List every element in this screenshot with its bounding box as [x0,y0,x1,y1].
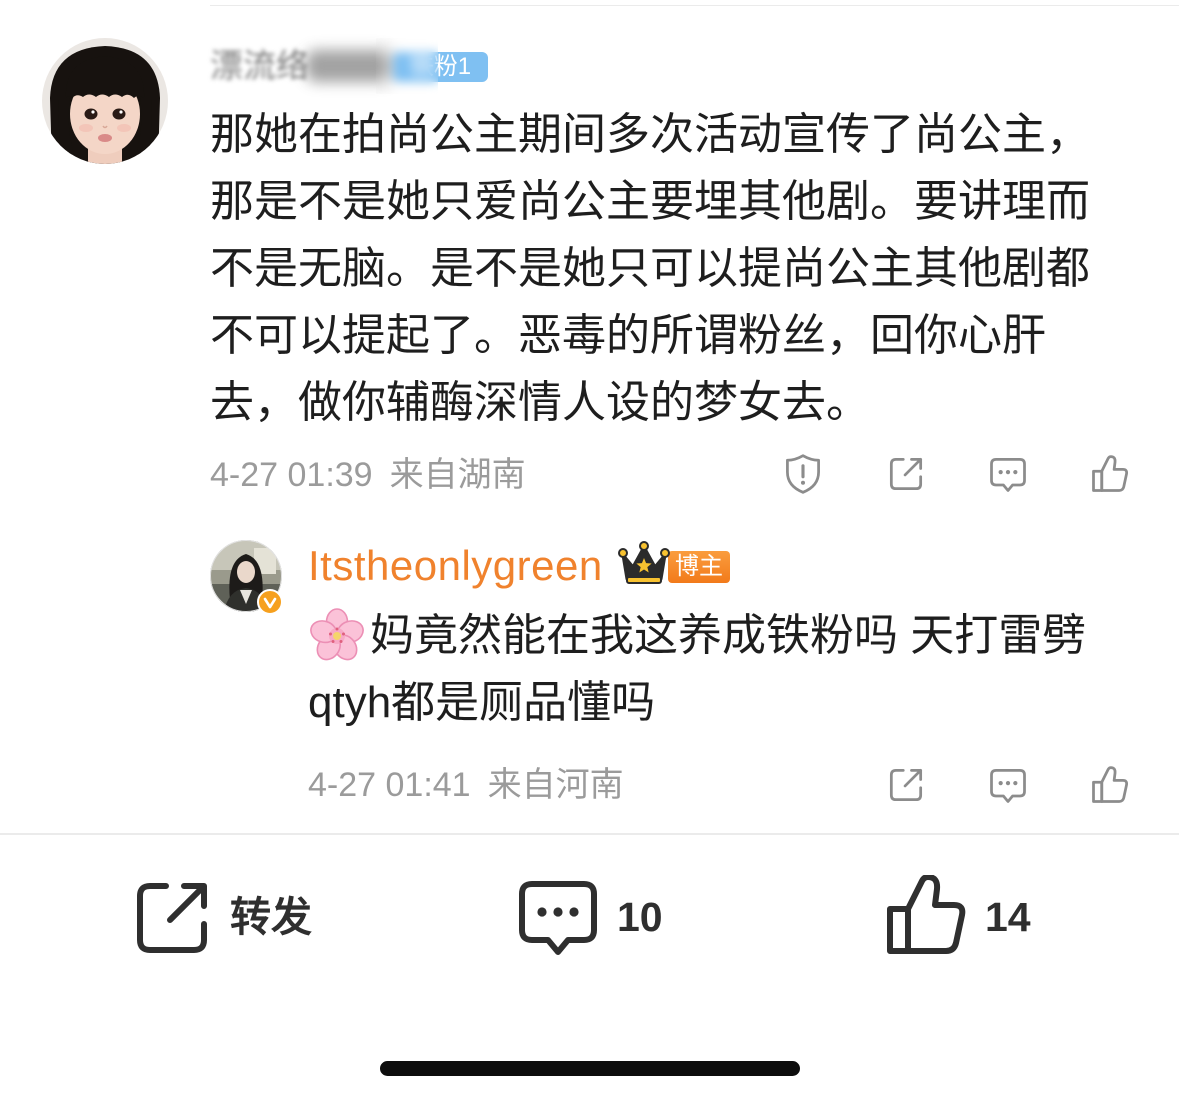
share-icon[interactable] [132,878,212,958]
comment-report-button[interactable] [781,452,825,496]
comment-icon[interactable] [986,452,1030,496]
replier-username[interactable]: Itstheonlygreen [308,541,603,591]
reply-comment-button[interactable] [986,763,1030,807]
reply-text-line: qtyh都是厕品懂吗 [308,678,656,727]
reply-like-button[interactable] [1088,763,1132,807]
like-icon[interactable] [1088,763,1132,807]
like-count[interactable]: 14 [985,893,1031,941]
like-icon[interactable] [1088,452,1132,496]
repost-button[interactable]: 转发 [132,875,322,961]
comment-like-button[interactable] [1088,452,1132,496]
reply-meta: 4-27 01:41 来自河南 [308,763,624,807]
commenter-username[interactable]: 漂流络 [210,44,309,88]
share-icon[interactable] [884,452,928,496]
comment-count[interactable]: 10 [617,893,663,941]
comment-icon[interactable] [986,763,1030,807]
crown-icon [618,541,670,584]
reply-text-line: 妈竟然能在我这养成铁粉吗 天打雷劈 [370,611,1087,660]
comment-time: 4-27 01:39 [210,456,373,494]
top-divider [210,5,1179,6]
repost-label[interactable]: 转发 [230,893,312,941]
comment-text: 那她在拍尚公主期间多次活动宣传了尚公主， 那是不是她只爱尚公主要埋其他剧。要讲理… [210,101,1090,436]
reply-location: 来自河南 [487,766,624,804]
comment-reply-button[interactable] [986,452,1030,496]
comment-text-line: 去，做你辅酶深情人设的梦女去。 [210,378,870,427]
like-icon[interactable] [886,875,966,955]
comment-text-line: 不是无脑。是不是她只可以提尚公主其他剧都 [210,244,1090,293]
comment-button[interactable]: 10 [518,875,678,961]
comment-text-line: 不可以提起了。恶毒的所谓粉丝，回你心肝 [210,311,1046,360]
section-divider [0,833,1179,835]
commenter-avatar[interactable] [42,38,168,164]
like-button[interactable]: 14 [886,872,1046,958]
reply-time: 4-27 01:41 [308,766,471,804]
reply-share-button[interactable] [884,763,928,807]
verified-v-icon [257,589,283,615]
share-icon[interactable] [884,763,928,807]
comment-location: 来自湖南 [389,456,526,494]
comment-icon[interactable] [518,876,598,956]
report-icon[interactable] [781,452,825,496]
comment-share-button[interactable] [884,452,928,496]
blogger-badge: 博主 [668,551,730,583]
badge-blur-mask [376,38,438,94]
comment-meta: 4-27 01:39 来自湖南 [210,453,526,497]
comment-text-line: 那是不是她只爱尚公主要埋其他剧。要讲理而 [210,177,1090,226]
home-indicator [380,1061,800,1076]
cherry-blossom-icon [310,608,364,661]
comment-text-line: 那她在拍尚公主期间多次活动宣传了尚公主， [210,110,1090,159]
